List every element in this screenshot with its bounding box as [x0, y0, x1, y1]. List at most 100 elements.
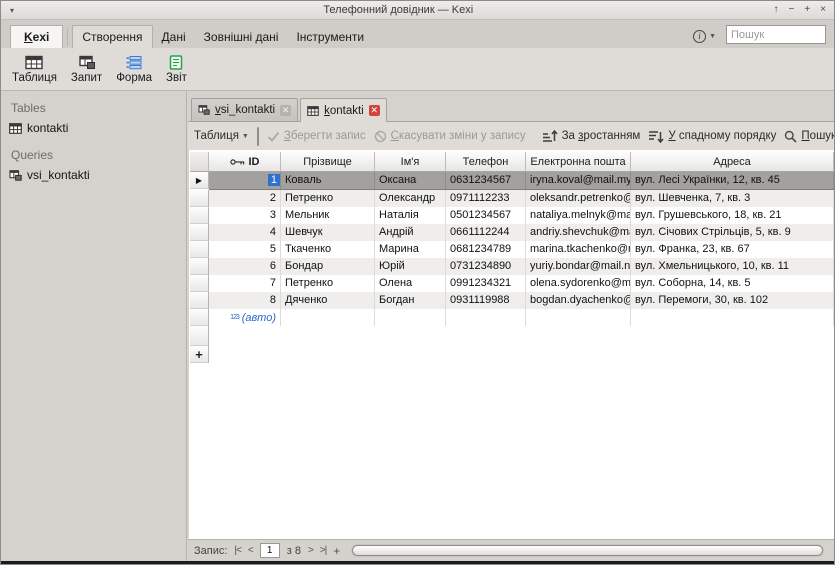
cell-ID[interactable]: 8: [209, 292, 281, 309]
cell-Телефон[interactable]: 0631234567: [446, 172, 526, 190]
info-button[interactable]: i ▼: [693, 30, 716, 43]
cell-Телефон[interactable]: 0971112233: [446, 190, 526, 207]
create-table-button[interactable]: Таблиця: [5, 53, 64, 86]
cell-auto-id[interactable]: 123(авто): [209, 309, 281, 326]
row-header[interactable]: ▶: [190, 172, 209, 189]
cell-Прізвище[interactable]: Мельник: [281, 207, 375, 224]
cell-Ім'я[interactable]: Оксана: [375, 172, 446, 190]
sort-ascending-button[interactable]: За зростанням: [542, 130, 641, 143]
last-record-button[interactable]: >|: [320, 545, 326, 556]
cell-ID[interactable]: 5: [209, 241, 281, 258]
cell-Електронна пошта[interactable]: oleksandr.petrenko@: [526, 190, 631, 207]
object-menu-button[interactable]: Таблиця ▼: [194, 130, 249, 142]
cell-Ім'я[interactable]: Олександр: [375, 190, 446, 207]
cell-Телефон[interactable]: 0931119988: [446, 292, 526, 309]
column-header-4[interactable]: Телефон: [446, 152, 526, 172]
cell-Електронна пошта[interactable]: olena.sydorenko@m: [526, 275, 631, 292]
cell-Прізвище[interactable]: Коваль: [281, 172, 375, 190]
column-header-6[interactable]: Адреса: [631, 152, 834, 172]
menu-tab-create[interactable]: Створення: [72, 25, 152, 48]
menu-tab-tools[interactable]: Інструменти: [287, 26, 373, 48]
row-header[interactable]: [190, 207, 209, 224]
tab-vsi-kontakti[interactable]: vsi_kontakti ✕: [191, 98, 298, 121]
sort-descending-button[interactable]: У спадному порядку: [648, 130, 776, 143]
row-header[interactable]: [190, 309, 209, 326]
cell-Прізвище[interactable]: Петренко: [281, 275, 375, 292]
cell-Адреса[interactable]: вул. Соборна, 14, кв. 5: [631, 275, 834, 292]
cell-ID[interactable]: 1: [209, 172, 281, 190]
column-header-3[interactable]: Ім'я: [375, 152, 446, 172]
cell-Адреса[interactable]: вул. Лесі Українки, 12, кв. 45: [631, 172, 834, 190]
cell-Електронна пошта[interactable]: andriy.shevchuk@ma: [526, 224, 631, 241]
first-record-button[interactable]: |<: [234, 545, 240, 556]
cell-Ім'я[interactable]: Олена: [375, 275, 446, 292]
sidebar-item-kontakti[interactable]: kontakti: [1, 118, 186, 138]
cell-empty[interactable]: [281, 309, 375, 326]
find-button[interactable]: Пошук...: [784, 130, 835, 143]
cell-empty[interactable]: [526, 309, 631, 326]
window-close-button[interactable]: ×: [820, 5, 826, 15]
row-header[interactable]: [190, 258, 209, 275]
row-header[interactable]: [190, 275, 209, 292]
cell-Телефон[interactable]: 0661112244: [446, 224, 526, 241]
cell-Ім'я[interactable]: Марина: [375, 241, 446, 258]
close-tab-icon[interactable]: ✕: [369, 105, 380, 116]
current-record-field[interactable]: 1: [260, 543, 280, 558]
column-header-5[interactable]: Електронна пошта: [526, 152, 631, 172]
new-record-button[interactable]: +: [333, 544, 340, 558]
global-search-input[interactable]: [726, 25, 826, 44]
cell-Телефон[interactable]: 0731234890: [446, 258, 526, 275]
row-header[interactable]: [190, 241, 209, 258]
next-record-button[interactable]: >: [308, 545, 313, 556]
cell-Телефон[interactable]: 0991234321: [446, 275, 526, 292]
row-header[interactable]: [190, 190, 209, 207]
column-header-1[interactable]: ID: [209, 152, 281, 172]
cancel-record-changes-button[interactable]: Скасувати зміни у запису: [374, 130, 526, 143]
cell-Адреса[interactable]: вул. Шевченка, 7, кв. 3: [631, 190, 834, 207]
window-maximize-button[interactable]: +: [804, 5, 810, 15]
cell-Електронна пошта[interactable]: bogdan.dyachenko@: [526, 292, 631, 309]
row-header[interactable]: [190, 224, 209, 241]
create-query-button[interactable]: Запит: [64, 53, 109, 86]
close-tab-icon[interactable]: ✕: [280, 105, 291, 116]
save-record-button[interactable]: Зберегти запис: [267, 130, 366, 142]
menu-tab-kexi[interactable]: Kexi: [10, 25, 63, 48]
cell-ID[interactable]: 3: [209, 207, 281, 224]
create-report-button[interactable]: Звіт: [159, 53, 194, 86]
cell-ID[interactable]: 4: [209, 224, 281, 241]
cell-Адреса[interactable]: вул. Перемоги, 30, кв. 102: [631, 292, 834, 309]
cell-ID[interactable]: 6: [209, 258, 281, 275]
data-view-button[interactable]: Дані: [258, 128, 259, 145]
cell-Адреса[interactable]: вул. Січових Стрільців, 5, кв. 9: [631, 224, 834, 241]
cell-Телефон[interactable]: 0681234789: [446, 241, 526, 258]
cell-Електронна пошта[interactable]: nataliya.melnyk@ma: [526, 207, 631, 224]
menu-tab-data[interactable]: Дані: [153, 26, 195, 48]
cell-Адреса[interactable]: вул. Грушевського, 18, кв. 21: [631, 207, 834, 224]
cell-ID[interactable]: 2: [209, 190, 281, 207]
cell-Електронна пошта[interactable]: yuriy.bondar@mail.n: [526, 258, 631, 275]
sidebar-item-vsi-kontakti[interactable]: vsi_kontakti: [1, 165, 186, 185]
scrollbar-thumb[interactable]: [352, 545, 823, 556]
window-shade-button[interactable]: ↑: [773, 5, 778, 15]
cell-Прізвище[interactable]: Дяченко: [281, 292, 375, 309]
add-record-row-header[interactable]: +: [190, 346, 209, 363]
row-header[interactable]: [190, 326, 209, 346]
table-corner-cell[interactable]: [190, 152, 209, 172]
cell-Адреса[interactable]: вул. Хмельницького, 10, кв. 11: [631, 258, 834, 275]
cell-Прізвище[interactable]: Шевчук: [281, 224, 375, 241]
cell-Прізвище[interactable]: Бондар: [281, 258, 375, 275]
cell-Електронна пошта[interactable]: iryna.koval@mail.my: [526, 172, 631, 190]
cell-Прізвище[interactable]: Ткаченко: [281, 241, 375, 258]
cell-Адреса[interactable]: вул. Франка, 23, кв. 67: [631, 241, 834, 258]
column-header-2[interactable]: Прізвище: [281, 152, 375, 172]
cell-Ім'я[interactable]: Богдан: [375, 292, 446, 309]
cell-Ім'я[interactable]: Юрій: [375, 258, 446, 275]
cell-empty[interactable]: [631, 309, 834, 326]
cell-Прізвище[interactable]: Петренко: [281, 190, 375, 207]
cell-Ім'я[interactable]: Наталія: [375, 207, 446, 224]
window-minimize-button[interactable]: −: [788, 5, 794, 15]
row-header[interactable]: [190, 292, 209, 309]
horizontal-scrollbar[interactable]: [351, 544, 824, 557]
cell-Ім'я[interactable]: Андрій: [375, 224, 446, 241]
cell-empty[interactable]: [446, 309, 526, 326]
